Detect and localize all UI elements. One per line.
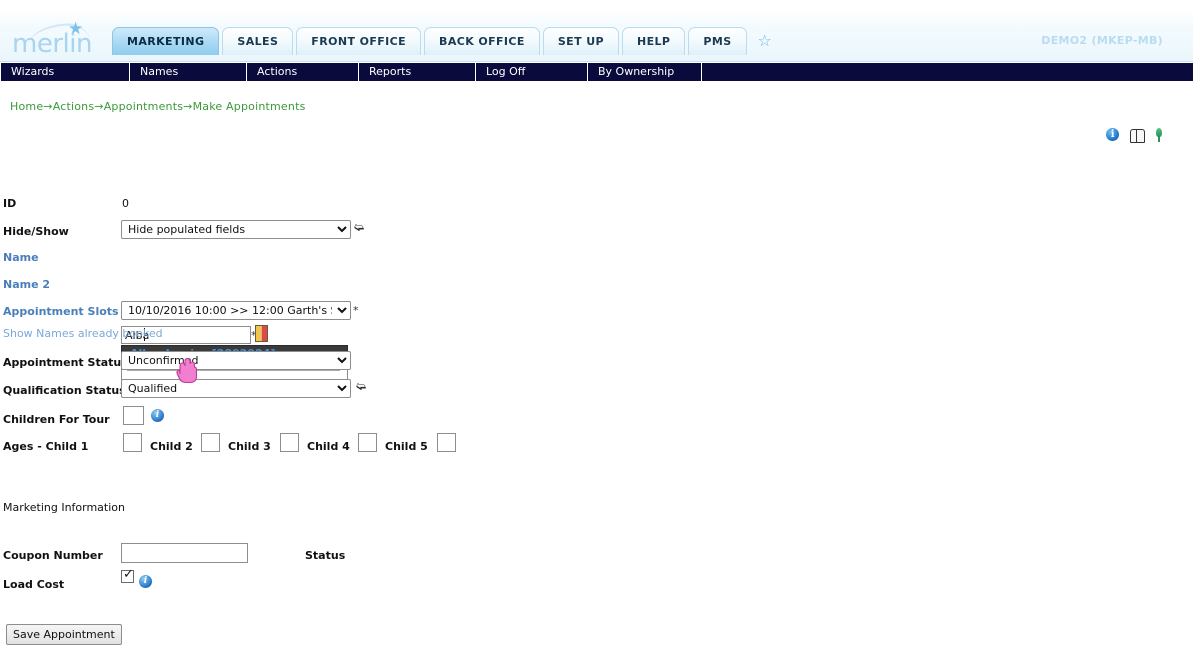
nav-item-actions[interactable]: Actions [246, 63, 358, 82]
qualification-status-select[interactable]: Qualified [121, 379, 351, 398]
load-cost-checkbox[interactable]: ✓ [121, 567, 134, 583]
age-child4-input[interactable] [358, 433, 377, 452]
load-cost-help-icon[interactable]: i [139, 575, 152, 588]
nav-item-names[interactable]: Names [129, 63, 246, 82]
save-appointment-button[interactable]: Save Appointment [6, 624, 122, 645]
tab-front-office[interactable]: FRONT OFFICE [296, 27, 422, 55]
child4-label: Child 4 [307, 440, 350, 453]
children-for-tour-input[interactable] [123, 406, 144, 425]
name2-underline [127, 370, 340, 371]
logo-text: merlin [12, 29, 92, 59]
name2-label[interactable]: Name 2 [3, 278, 50, 291]
age-child2-input[interactable] [201, 433, 220, 452]
id-value: 0 [122, 197, 129, 210]
children-for-tour-label: Children For Tour [3, 413, 110, 426]
marketing-information-heading: Marketing Information [3, 501, 125, 514]
main-tab-bar: MARKETING SALES FRONT OFFICE BACK OFFICE… [112, 27, 783, 62]
nav-item-reports[interactable]: Reports [358, 63, 475, 82]
age-child3-input[interactable] [280, 433, 299, 452]
nav-item-by-ownership[interactable]: By Ownership [587, 63, 701, 82]
name-lookup-icon[interactable] [255, 325, 268, 342]
page-content: Home→Actions→Appointments→Make Appointme… [0, 81, 1193, 655]
qualification-status-refresh-icon[interactable]: ➫ [355, 379, 366, 393]
secondary-nav-bar: Wizards Names Actions Reports Log Off By… [0, 62, 1193, 82]
app-header: ★ merlin MARKETING SALES FRONT OFFICE BA… [0, 0, 1193, 62]
tab-sales[interactable]: SALES [222, 27, 294, 55]
slots-required-marker: * [353, 304, 359, 317]
info-icon[interactable]: i [1106, 128, 1120, 142]
age-child1-input[interactable] [123, 433, 142, 452]
pin-icon[interactable] [1155, 127, 1163, 142]
favorites-star-icon[interactable]: ☆ [750, 27, 781, 55]
nav-item-wizards[interactable]: Wizards [0, 63, 129, 82]
hide-show-label: Hide/Show [3, 225, 69, 238]
hide-show-refresh-icon[interactable]: ➫ [353, 220, 364, 234]
load-cost-checkmark: ✓ [123, 567, 134, 582]
name-label[interactable]: Name [3, 251, 39, 264]
breadcrumb[interactable]: Home→Actions→Appointments→Make Appointme… [10, 100, 306, 113]
page-toolbar-icons: i [1100, 126, 1163, 144]
nav-divider [701, 63, 702, 82]
child5-label: Child 5 [385, 440, 428, 453]
qualification-status-label: Qualification Status [3, 384, 126, 397]
child2-label: Child 2 [150, 440, 193, 453]
tab-set-up[interactable]: SET UP [542, 27, 619, 55]
child3-label: Child 3 [228, 440, 271, 453]
current-user-label: DEMO2 (MKEP-MB) [1041, 34, 1163, 47]
children-help-icon[interactable]: i [151, 409, 164, 422]
merlin-logo: ★ merlin [10, 20, 106, 60]
appointment-status-select[interactable]: Unconfirmed [121, 351, 351, 370]
tab-marketing[interactable]: MARKETING [112, 27, 220, 55]
tab-pms[interactable]: PMS [688, 27, 747, 55]
id-label: ID [3, 197, 17, 210]
coupon-number-input[interactable] [121, 543, 248, 563]
nav-item-log-off[interactable]: Log Off [475, 63, 587, 82]
appointment-slots-label[interactable]: Appointment Slots [3, 305, 119, 318]
coupon-number-label: Coupon Number [3, 549, 103, 562]
hide-show-select[interactable]: Hide populated fields [121, 220, 351, 239]
tab-back-office[interactable]: BACK OFFICE [424, 27, 540, 55]
show-names-booked-link[interactable]: Show Names already booked [3, 327, 163, 340]
ages-child1-label: Ages - Child 1 [3, 440, 89, 453]
book-icon[interactable] [1129, 128, 1145, 143]
appointment-status-label: Appointment Status [3, 356, 128, 369]
status-label: Status [305, 549, 346, 562]
load-cost-label: Load Cost [3, 578, 65, 591]
tab-help[interactable]: HELP [622, 27, 686, 55]
age-child5-input[interactable] [437, 433, 456, 452]
appointment-slots-select[interactable]: 10/10/2016 10:00 >> 12:00 Garth's Sales … [121, 301, 351, 320]
